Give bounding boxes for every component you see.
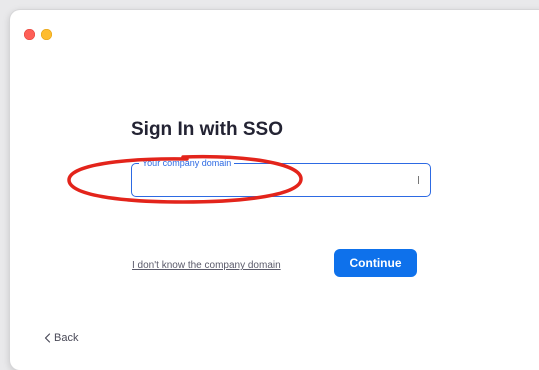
company-domain-input[interactable] xyxy=(141,173,411,187)
back-label: Back xyxy=(54,332,79,344)
text-cursor xyxy=(418,176,419,184)
continue-button[interactable]: Continue xyxy=(334,249,417,277)
sso-window: Sign In with SSO Your company domain I d… xyxy=(10,10,539,370)
company-domain-label: Your company domain xyxy=(139,157,235,169)
chevron-left-icon xyxy=(44,333,51,343)
company-domain-field[interactable]: Your company domain xyxy=(131,157,431,197)
unknown-domain-link[interactable]: I don't know the company domain xyxy=(132,260,281,271)
page-title: Sign In with SSO xyxy=(131,119,283,140)
back-button[interactable]: Back xyxy=(44,332,78,344)
window-close-button[interactable] xyxy=(24,29,35,40)
window-minimize-button[interactable] xyxy=(41,29,52,40)
